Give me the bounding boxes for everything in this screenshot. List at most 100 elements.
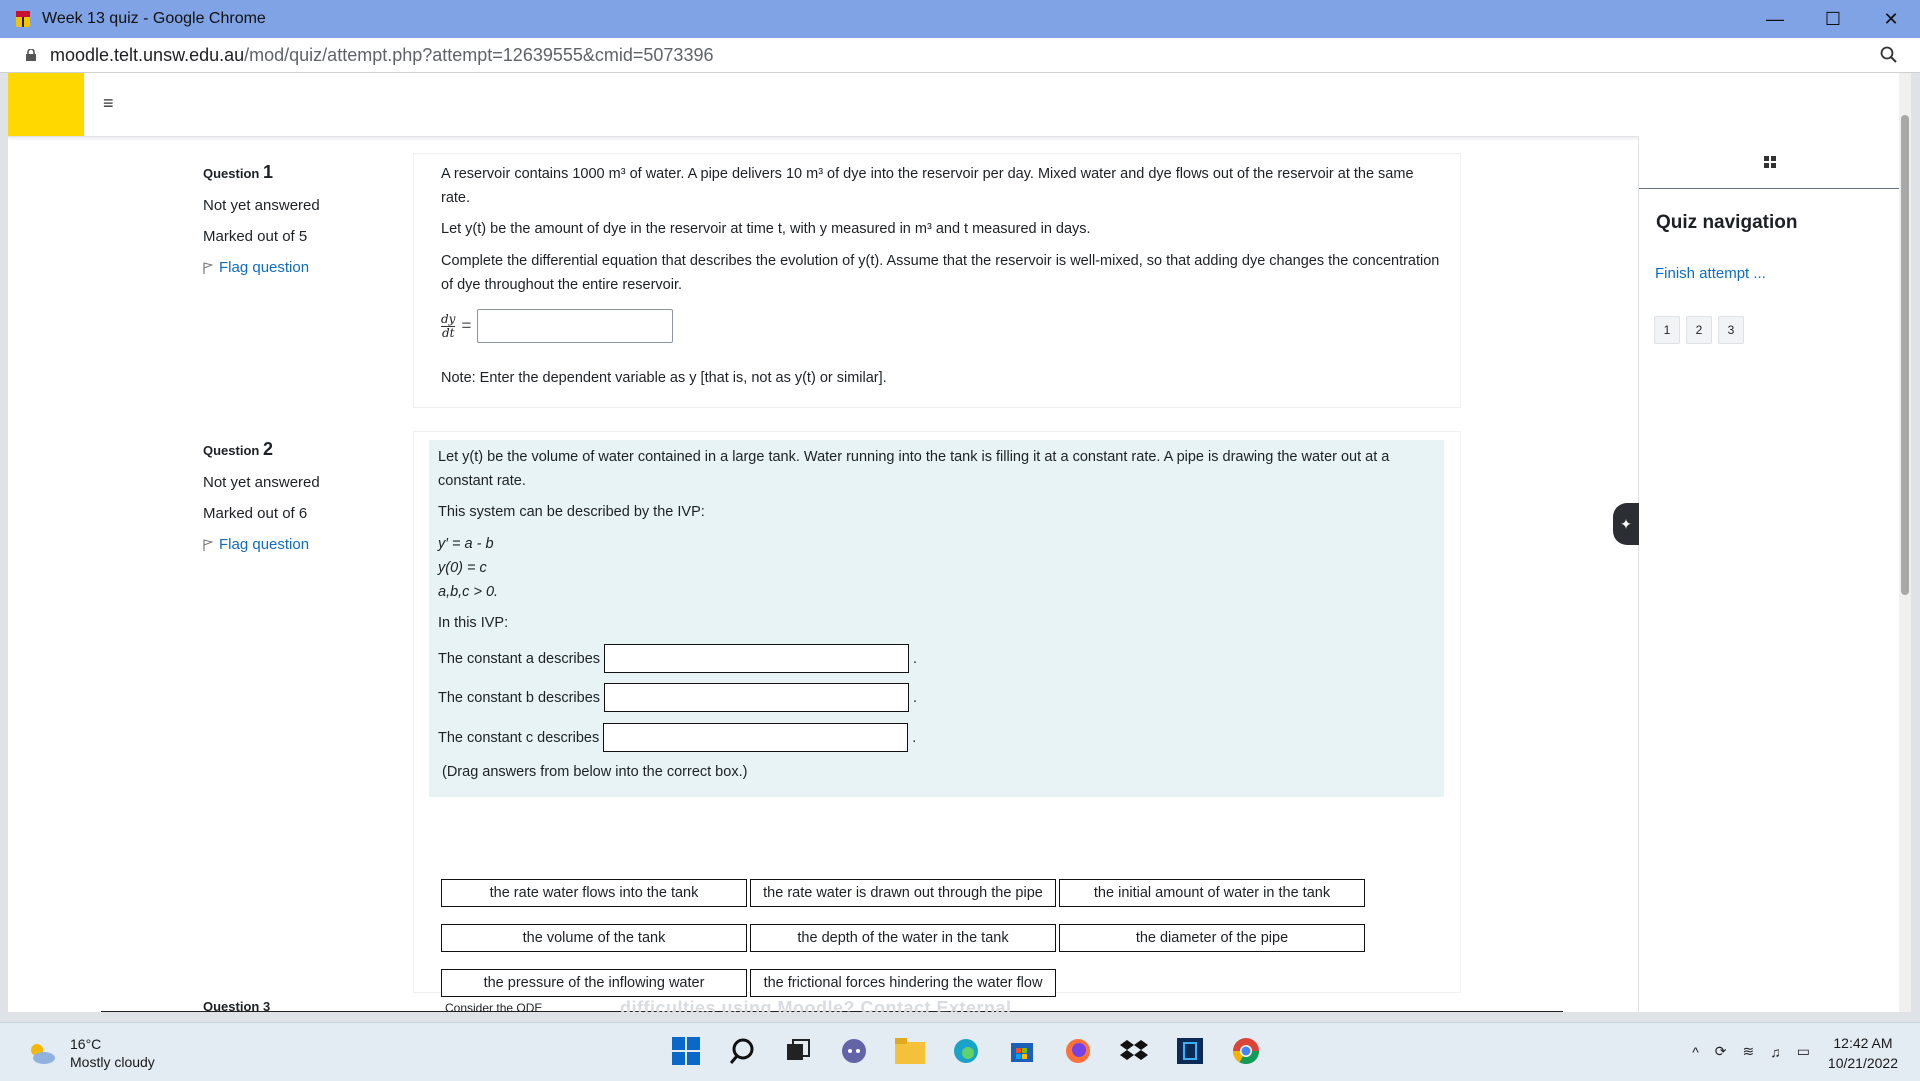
drop-box-c[interactable] — [603, 723, 909, 752]
q2-status: Not yet answered — [203, 474, 320, 491]
q1-status: Not yet answered — [203, 197, 320, 214]
q2-ivp-eq3: a,b,c > 0. — [438, 584, 499, 600]
taskbar-clock[interactable]: 12:42 AM 10/21/2022 — [1828, 1033, 1898, 1073]
q2-info: Question 2 Not yet answered Marked out o… — [203, 439, 353, 553]
hamburger-menu-icon[interactable]: ≡ — [103, 93, 123, 113]
const-b-label: The constant b describes — [438, 689, 601, 706]
edge-browser-icon[interactable] — [950, 1035, 982, 1067]
moodle-page: ≡ Question 1 Not yet answered Marked out… — [8, 73, 1911, 1012]
finish-attempt-link[interactable]: Finish attempt ... — [1655, 265, 1766, 282]
wifi-icon[interactable]: ≋ — [1743, 1043, 1755, 1060]
q2-formulation: Let y(t) be the volume of water containe… — [429, 440, 1444, 797]
pin-icon[interactable]: ✦ — [1613, 503, 1639, 545]
taskbar-apps — [670, 1035, 1262, 1067]
store-icon[interactable] — [1006, 1035, 1038, 1067]
q1-paragraph-2: Let y(t) be the amount of dye in the res… — [441, 221, 1091, 237]
equals-sign: = — [461, 316, 472, 335]
q2-ivp-eq1: y′ = a - b — [438, 536, 494, 552]
grid-icon[interactable] — [1764, 156, 1776, 168]
cloud-sun-icon — [31, 1044, 55, 1064]
scrollbar[interactable] — [1899, 73, 1911, 1012]
clock-date: 10/21/2022 — [1827, 1055, 1898, 1071]
firefox-icon[interactable] — [1062, 1035, 1094, 1067]
close-button[interactable]: ✕ — [1862, 0, 1920, 38]
deriv-denominator: dt — [441, 325, 455, 340]
quiz-navigation-drawer: Quiz navigation Finish attempt ... 1 2 3 — [1638, 136, 1900, 1012]
volume-icon[interactable]: ♫ — [1770, 1044, 1781, 1060]
quiz-nav-button-2[interactable]: 2 — [1686, 316, 1712, 344]
q2-ivp-eq2: y(0) = c — [438, 560, 487, 576]
weather-temp: 16°C — [70, 1036, 102, 1052]
q1-info: Question 1 Not yet answered Marked out o… — [203, 162, 353, 276]
scrollbar-thumb[interactable] — [1901, 115, 1909, 595]
sync-icon[interactable]: ⟳ — [1715, 1043, 1727, 1060]
drag-option[interactable]: the rate water is drawn out through the … — [750, 879, 1056, 907]
const-c-label: The constant c describes — [438, 729, 600, 746]
weather-condition: Mostly cloudy — [70, 1054, 155, 1070]
drag-option[interactable]: the diameter of the pipe — [1059, 924, 1365, 952]
const-a-label: The constant a describes — [438, 650, 601, 667]
file-explorer-icon[interactable] — [894, 1035, 926, 1067]
system-tray: ^ ⟳ ≋ ♫ ▭ — [1692, 1043, 1810, 1060]
unsw-crest-icon — [16, 11, 30, 27]
task-view-icon[interactable] — [782, 1035, 814, 1067]
q1-paragraph-3: Complete the differential equation that … — [441, 253, 1440, 293]
windows-start-icon[interactable] — [670, 1035, 702, 1067]
q2-paragraph-3: In this IVP: — [438, 615, 509, 631]
window-title: Week 13 quiz - Google Chrome — [42, 10, 266, 27]
q1-answer-input[interactable] — [477, 309, 674, 343]
minimize-button[interactable]: — — [1746, 0, 1804, 38]
q2-number: Question 2 — [203, 439, 273, 459]
battery-icon[interactable]: ▭ — [1797, 1043, 1810, 1060]
clock-time: 12:42 AM — [1833, 1035, 1893, 1051]
q2-row-a: The constant a describes . — [438, 644, 917, 673]
deriv-numerator: dy — [441, 311, 456, 327]
url-text[interactable]: moodle.telt.unsw.edu.au/mod/quiz/attempt… — [50, 45, 713, 66]
q1-card: A reservoir contains 1000 m³ of water. A… — [413, 153, 1461, 408]
q2-card: Let y(t) be the volume of water containe… — [413, 431, 1461, 997]
drag-option[interactable]: the frictional forces hindering the wate… — [750, 969, 1056, 997]
q2-flag-link[interactable]: Flag question — [203, 536, 353, 553]
drop-box-b[interactable] — [604, 683, 910, 712]
drag-option[interactable]: the pressure of the inflowing water — [441, 969, 747, 997]
q1-number: Question 1 — [203, 162, 273, 182]
site-logo[interactable] — [8, 73, 84, 136]
q1-note: Note: Enter the dependent variable as y … — [441, 370, 887, 386]
chevron-up-icon[interactable]: ^ — [1692, 1044, 1699, 1060]
q2-row-c: The constant c describes . — [438, 723, 916, 752]
quiz-nav-button-1[interactable]: 1 — [1654, 316, 1680, 344]
drag-option[interactable]: the initial amount of water in the tank — [1059, 879, 1365, 907]
drag-option[interactable]: the rate water flows into the tank — [441, 879, 747, 907]
q1-equation: dy dt = — [441, 309, 674, 343]
q1-paragraph-1: A reservoir contains 1000 m³ of water. A… — [441, 166, 1414, 206]
footer-help-text: difficulties using Moodle? Contact Exter… — [620, 998, 1012, 1012]
q2-paragraph-2: This system can be described by the IVP: — [438, 504, 705, 520]
lock-icon — [26, 49, 36, 61]
q2-paragraph-1: Let y(t) be the volume of water containe… — [438, 449, 1390, 489]
q1-flag-link[interactable]: Flag question — [203, 259, 353, 276]
maximize-button[interactable]: ☐ — [1804, 0, 1862, 38]
search-icon[interactable] — [726, 1035, 758, 1067]
flag-icon — [203, 538, 213, 551]
q2-row-b: The constant b describes . — [438, 683, 917, 712]
q1-marks: Marked out of 5 — [203, 228, 308, 245]
dropbox-icon[interactable] — [1118, 1035, 1150, 1067]
app-icon[interactable] — [1174, 1035, 1206, 1067]
address-bar[interactable]: moodle.telt.unsw.edu.au/mod/quiz/attempt… — [0, 38, 1920, 73]
quiz-nav-title: Quiz navigation — [1656, 212, 1798, 233]
q2-marks: Marked out of 6 — [203, 505, 308, 522]
windows-taskbar: 16°C Mostly cloudy ^ ⟳ ≋ ♫ ▭ 12:42 AM 10… — [0, 1022, 1920, 1081]
drop-box-a[interactable] — [604, 644, 910, 673]
drag-option[interactable]: the volume of the tank — [441, 924, 747, 952]
weather-widget[interactable]: 16°C Mostly cloudy — [26, 1035, 155, 1071]
drag-option[interactable]: the depth of the water in the tank — [750, 924, 1056, 952]
quiz-nav-button-3[interactable]: 3 — [1718, 316, 1744, 344]
teams-chat-icon[interactable] — [838, 1035, 870, 1067]
zoom-icon[interactable] — [1880, 46, 1898, 64]
flag-icon — [203, 261, 213, 274]
q2-drag-hint: (Drag answers from below into the correc… — [442, 764, 748, 780]
quiz-nav-buttons: 1 2 3 — [1654, 316, 1744, 344]
chrome-icon[interactable] — [1230, 1035, 1262, 1067]
page-header: ≡ — [8, 73, 1911, 137]
browser-titlebar: Week 13 quiz - Google Chrome — ☐ ✕ — [0, 0, 1920, 38]
